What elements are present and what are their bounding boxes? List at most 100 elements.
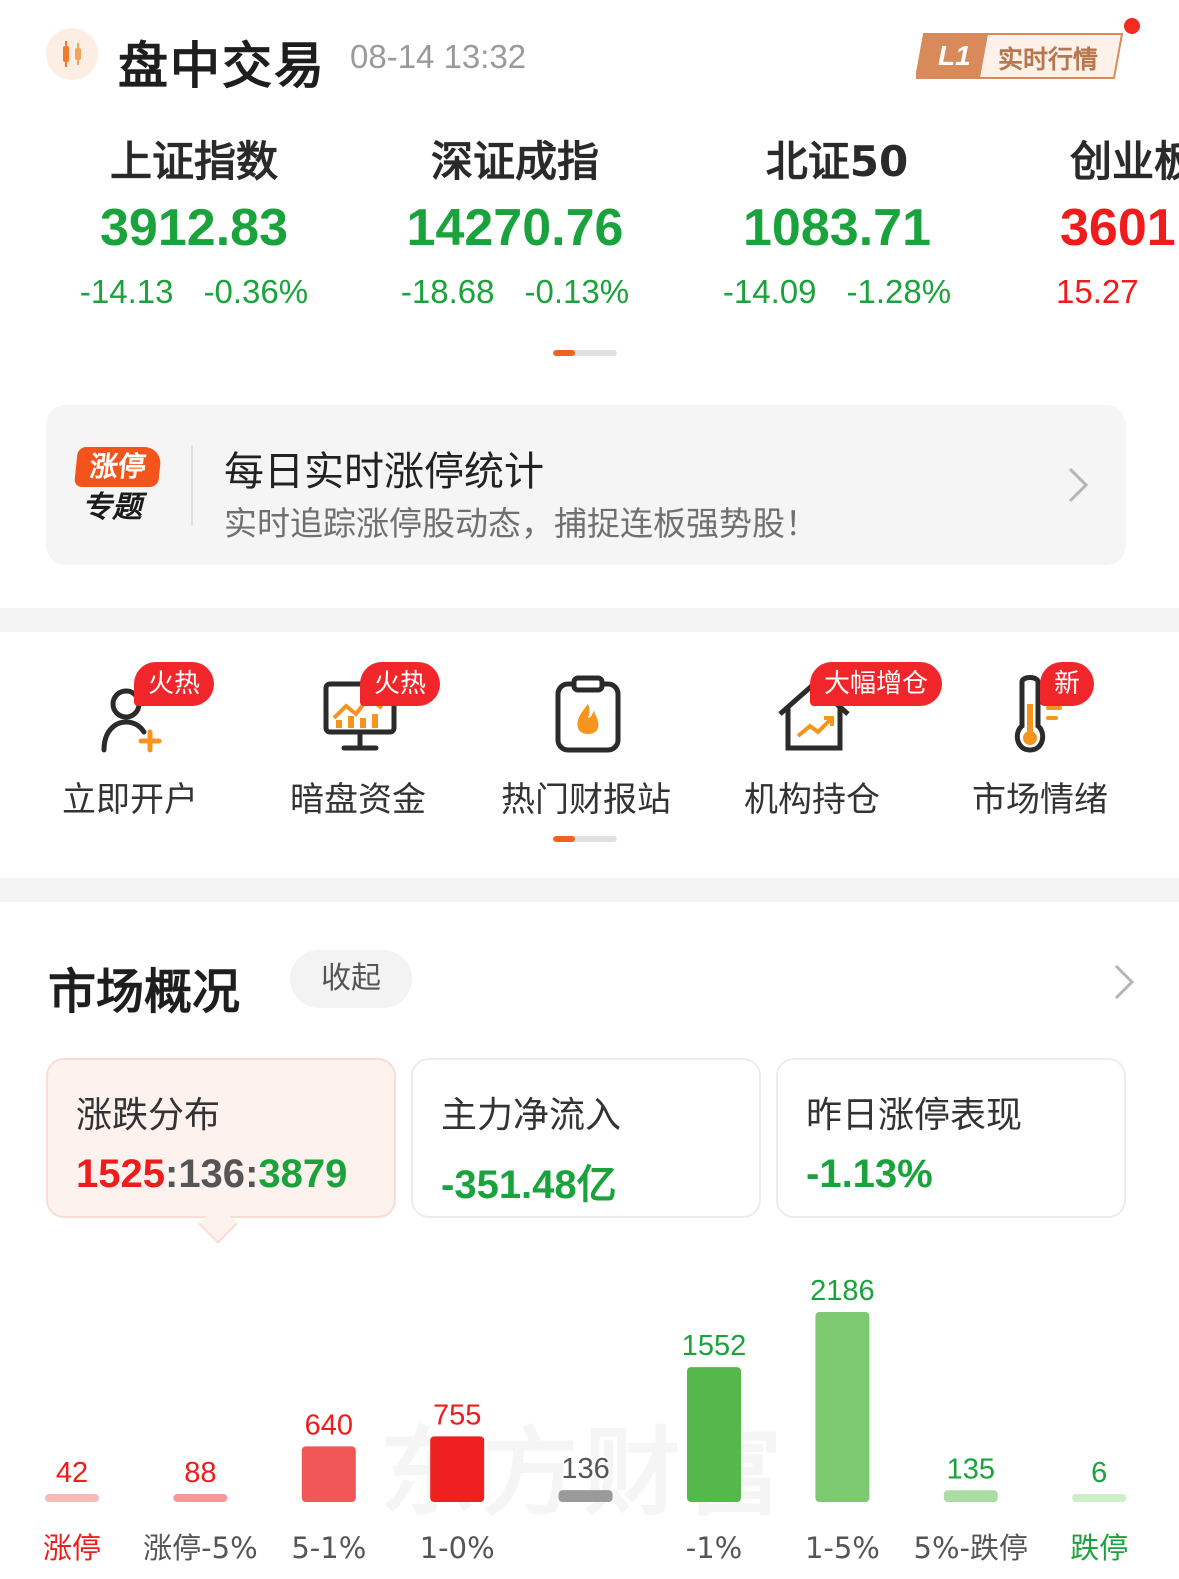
chevron-right-icon <box>1068 467 1089 503</box>
feature-dark-pool[interactable]: 火热 暗盘资金 <box>244 632 472 832</box>
index-change-pct: -1.28% <box>846 273 952 310</box>
logo-top-text: 涨停 <box>73 447 163 487</box>
bar-value-label: 640 <box>305 1409 353 1441</box>
hot-badge: 火热 <box>360 662 441 706</box>
bar-4 <box>558 1490 613 1502</box>
hot-badge: 火热 <box>134 662 215 706</box>
feature-label: 机构持仓 <box>744 780 880 820</box>
index-carousel[interactable]: 上证指数 3912.83 -14.13 -0.36% 深证成指 14270.76 … <box>0 130 1179 370</box>
category-label: 涨停 <box>43 1531 101 1565</box>
index-card-chinext[interactable]: 创业板 3601 15.27 <box>1050 130 1179 322</box>
feature-grid: 火热 立即开户 火热 暗盘资金 热门财报站 大幅增仓 机构持仓 新 市场情绪 <box>0 632 1179 878</box>
index-change-points: -14.13 <box>79 273 174 310</box>
realtime-label: 实时行情 <box>998 45 1099 74</box>
bar-value-label: 88 <box>184 1457 216 1489</box>
index-change-points: -18.68 <box>400 273 495 310</box>
index-change-pct: -0.36% <box>203 273 309 310</box>
logo-bottom-text: 专题 <box>82 490 142 525</box>
index-change: -14.09 -1.28% <box>677 262 997 322</box>
bar-value-label: 2186 <box>810 1275 875 1307</box>
realtime-quote-badge[interactable]: L1 实时行情 <box>916 32 1124 80</box>
increase-badge: 大幅增仓 <box>810 662 943 706</box>
feature-open-account[interactable]: 火热 立即开户 <box>16 632 244 832</box>
index-card-bse50[interactable]: 北证50 1083.71 -14.09 -1.28% <box>677 130 997 322</box>
banner-title: 每日实时涨停统计 <box>224 449 544 495</box>
candlestick-logo-icon <box>46 28 98 80</box>
bar-value-label: 136 <box>561 1453 609 1485</box>
card-up-down-distribution[interactable]: 涨跌分布 1525:136:3879 <box>46 1058 396 1218</box>
category-label: 5-1% <box>291 1531 366 1565</box>
separator: : <box>245 1152 259 1196</box>
bar-value-label: 755 <box>433 1399 481 1431</box>
index-change-points: 15.27 <box>1056 273 1139 310</box>
card-value: -1.13% <box>806 1152 933 1196</box>
index-change-points: -14.09 <box>722 273 817 310</box>
feature-pager <box>553 836 617 842</box>
index-name: 上证指数 <box>109 137 278 186</box>
separator: : <box>164 1152 179 1196</box>
index-card-shanghai[interactable]: 上证指数 3912.83 -14.13 -0.36% <box>34 130 354 322</box>
bar-1 <box>173 1494 228 1502</box>
bar-value-label: 1552 <box>682 1330 747 1362</box>
index-change-pct: -0.13% <box>524 273 630 310</box>
index-name: 北证50 <box>765 137 909 186</box>
notification-dot <box>1124 18 1140 34</box>
bar-5 <box>687 1367 741 1502</box>
card-value: 1525:136:3879 <box>76 1152 347 1197</box>
card-label: 主力净流入 <box>441 1095 622 1136</box>
card-label: 涨跌分布 <box>76 1095 221 1136</box>
l1-label: L1 <box>938 40 971 71</box>
collapse-button[interactable]: 收起 <box>290 950 412 1008</box>
bar-7 <box>943 1490 998 1502</box>
section-divider <box>0 608 1179 632</box>
index-value: 1083.71 <box>743 199 931 257</box>
feature-label: 热门财报站 <box>501 780 671 820</box>
bar-6 <box>815 1312 870 1502</box>
feature-label: 市场情绪 <box>972 780 1108 820</box>
bar-3 <box>430 1436 485 1502</box>
category-label: 5%-跌停 <box>914 1531 1028 1565</box>
feature-label: 暗盘资金 <box>290 780 426 820</box>
section-divider <box>0 878 1179 902</box>
index-name: 深证成指 <box>430 137 599 186</box>
index-change: -18.68 -0.13% <box>355 262 675 322</box>
bar-value-label: 6 <box>1091 1457 1107 1489</box>
flame-clipboard-icon <box>555 675 621 753</box>
index-change: -14.13 -0.36% <box>34 262 354 322</box>
category-label: 涨停-5% <box>143 1531 257 1565</box>
up-count: 1525 <box>76 1152 165 1196</box>
chevron-right-icon[interactable] <box>1112 962 1136 1002</box>
card-main-net-inflow[interactable]: 主力净流入 -351.48亿 <box>411 1058 761 1218</box>
category-label: 1-5% <box>805 1531 880 1565</box>
distribution-bar-chart: 42 涨停 88 涨停-5% 640 5-1% 755 1-0% 136 1552 -1% 2186 1… <box>43 1275 1128 1565</box>
index-value: 3601 <box>1060 199 1176 257</box>
index-value: 3912.83 <box>100 199 288 257</box>
card-yesterday-limit-up[interactable]: 昨日涨停表现 -1.13% <box>776 1058 1126 1218</box>
bar-8 <box>1072 1494 1127 1502</box>
feature-institution-holdings[interactable]: 大幅增仓 机构持仓 <box>698 632 943 832</box>
category-label: 跌停 <box>1070 1531 1128 1565</box>
down-count: 3879 <box>258 1152 348 1196</box>
page-title: 盘中交易 <box>118 37 326 95</box>
banner-subtitle: 实时追踪涨停股动态，捕捉连板强势股！ <box>224 504 818 543</box>
card-label: 昨日涨停表现 <box>806 1095 1023 1136</box>
timestamp: 08-14 13:32 <box>350 38 527 75</box>
divider <box>191 445 193 525</box>
feature-earnings-hub[interactable]: 热门财报站 <box>472 632 700 832</box>
index-change: 15.27 <box>1050 262 1179 322</box>
feature-label: 立即开户 <box>62 780 198 820</box>
feature-market-sentiment[interactable]: 新 市场情绪 <box>926 632 1154 832</box>
bar-value-label: 42 <box>56 1457 88 1489</box>
index-value: 14270.76 <box>406 199 624 257</box>
bar-2 <box>301 1446 356 1502</box>
card-value: -351.48亿 <box>441 1163 617 1207</box>
flat-count: 136 <box>178 1152 246 1196</box>
carousel-pager <box>553 350 617 356</box>
index-card-shenzhen[interactable]: 深证成指 14270.76 -18.68 -0.13% <box>355 130 675 322</box>
category-label: 1-0% <box>420 1531 495 1565</box>
limit-up-topic-logo: 涨停 专题 <box>73 447 166 527</box>
bar-value-label: 135 <box>947 1453 995 1485</box>
bar-0 <box>45 1494 99 1502</box>
new-badge: 新 <box>1040 662 1095 706</box>
limit-up-banner[interactable]: 涨停 专题 每日实时涨停统计 实时追踪涨停股动态，捕捉连板强势股！ <box>46 405 1126 565</box>
